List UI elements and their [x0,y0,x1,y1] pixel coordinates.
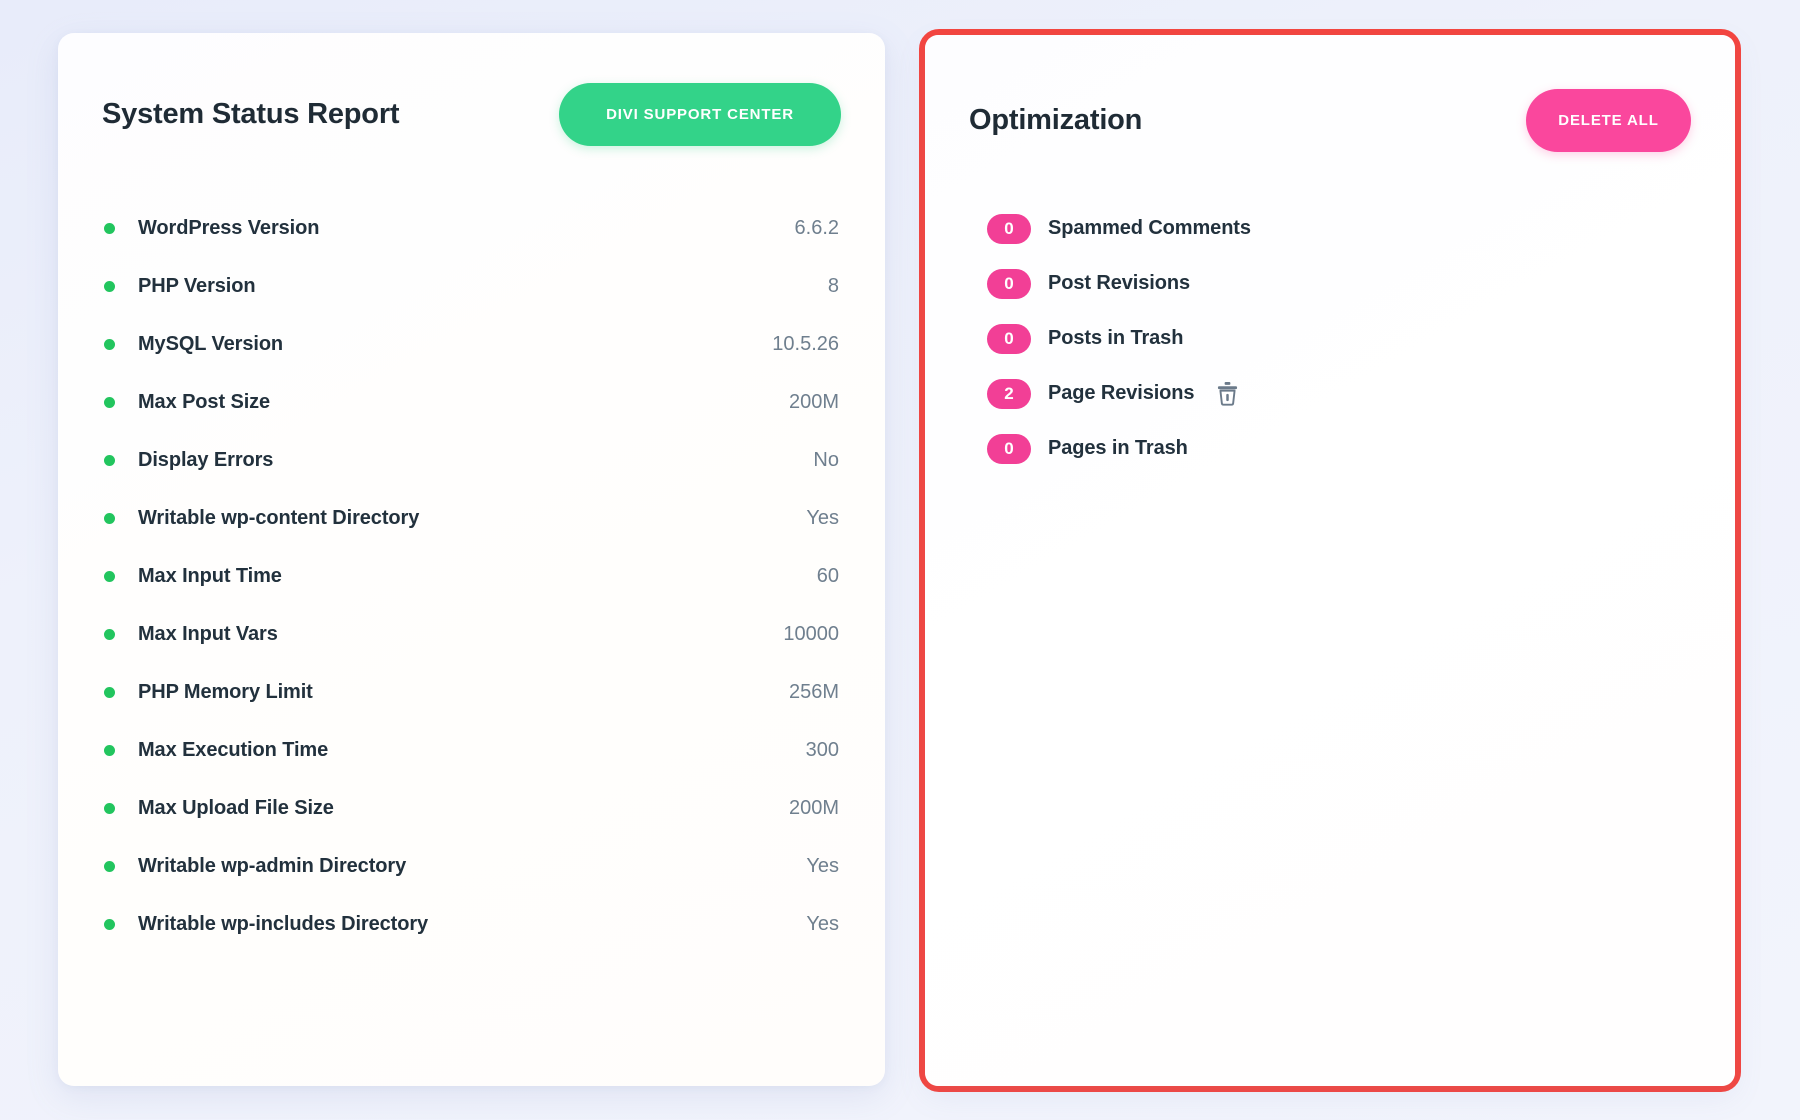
delete-all-button[interactable]: DELETE ALL [1526,89,1691,152]
status-label: Max Upload File Size [138,797,789,820]
status-value: 60 [817,565,841,588]
optimization-row: 2 Page Revisions [969,366,1691,421]
status-ok-dot-icon [104,397,115,408]
status-label: PHP Version [138,275,828,298]
status-value: 10000 [783,623,841,646]
status-label: MySQL Version [138,333,772,356]
status-label: Max Input Time [138,565,817,588]
optimization-row: 0 Pages in Trash [969,421,1691,476]
optimization-label: Page Revisions [1048,382,1194,405]
status-ok-dot-icon [104,571,115,582]
optimization-row: 0 Spammed Comments [969,201,1691,256]
status-label: Max Post Size [138,391,789,414]
status-ok-dot-icon [104,223,115,234]
status-label: Display Errors [138,449,813,472]
optimization-label: Pages in Trash [1048,437,1188,460]
status-ok-dot-icon [104,919,115,930]
status-value: Yes [806,507,841,530]
status-value: 10.5.26 [772,333,841,356]
status-value: No [813,449,841,472]
trash-icon[interactable] [1216,381,1239,406]
page-title: System Status Report [102,100,399,129]
system-status-list: WordPress Version6.6.2PHP Version8MySQL … [102,199,841,953]
divi-support-center-button[interactable]: DIVI SUPPORT CENTER [559,83,841,146]
optimization-count-badge: 2 [987,379,1031,409]
status-row: Writable wp-admin DirectoryYes [102,837,841,895]
status-label: Max Input Vars [138,623,783,646]
status-row: PHP Version8 [102,257,841,315]
optimization-count-badge: 0 [987,214,1031,244]
status-ok-dot-icon [104,339,115,350]
optimization-label: Spammed Comments [1048,217,1251,240]
status-ok-dot-icon [104,513,115,524]
status-row: Writable wp-includes DirectoryYes [102,895,841,953]
dashboard-stage: System Status Report DIVI SUPPORT CENTER… [0,0,1800,1120]
status-row: Display ErrorsNo [102,431,841,489]
status-value: 8 [828,275,841,298]
status-row: Max Input Time60 [102,547,841,605]
status-row: WordPress Version6.6.2 [102,199,841,257]
optimization-highlight-border: Optimization DELETE ALL 0 Spammed Comment… [919,29,1741,1092]
status-label: Writable wp-content Directory [138,507,806,530]
status-label: Writable wp-includes Directory [138,913,806,936]
optimization-header: Optimization DELETE ALL [969,85,1691,155]
optimization-title: Optimization [969,106,1142,135]
status-label: Max Execution Time [138,739,806,762]
status-ok-dot-icon [104,687,115,698]
optimization-card: Optimization DELETE ALL 0 Spammed Comment… [925,35,1735,1086]
system-status-header: System Status Report DIVI SUPPORT CENTER [102,79,841,149]
status-value: 200M [789,391,841,414]
optimization-count-badge: 0 [987,324,1031,354]
optimization-list: 0 Spammed Comments 0 Post Revisions 0 Posts i… [969,201,1691,476]
system-status-report-card: System Status Report DIVI SUPPORT CENTER… [58,33,885,1086]
optimization-count-badge: 0 [987,434,1031,464]
status-value: Yes [806,855,841,878]
optimization-count-badge: 0 [987,269,1031,299]
optimization-row: 0 Posts in Trash [969,311,1691,366]
status-row: Writable wp-content DirectoryYes [102,489,841,547]
status-value: Yes [806,913,841,936]
status-value: 300 [806,739,841,762]
status-ok-dot-icon [104,745,115,756]
status-row: Max Execution Time300 [102,721,841,779]
status-value: 200M [789,797,841,820]
optimization-row: 0 Post Revisions [969,256,1691,311]
status-row: Max Input Vars10000 [102,605,841,663]
status-label: Writable wp-admin Directory [138,855,806,878]
optimization-label: Posts in Trash [1048,327,1183,350]
status-ok-dot-icon [104,629,115,640]
status-row: PHP Memory Limit256M [102,663,841,721]
status-label: PHP Memory Limit [138,681,789,704]
status-row: Max Upload File Size200M [102,779,841,837]
status-row: MySQL Version10.5.26 [102,315,841,373]
status-ok-dot-icon [104,455,115,466]
optimization-label: Post Revisions [1048,272,1190,295]
status-row: Max Post Size200M [102,373,841,431]
status-ok-dot-icon [104,803,115,814]
status-ok-dot-icon [104,861,115,872]
status-label: WordPress Version [138,217,795,240]
status-value: 256M [789,681,841,704]
status-value: 6.6.2 [795,217,841,240]
status-ok-dot-icon [104,281,115,292]
